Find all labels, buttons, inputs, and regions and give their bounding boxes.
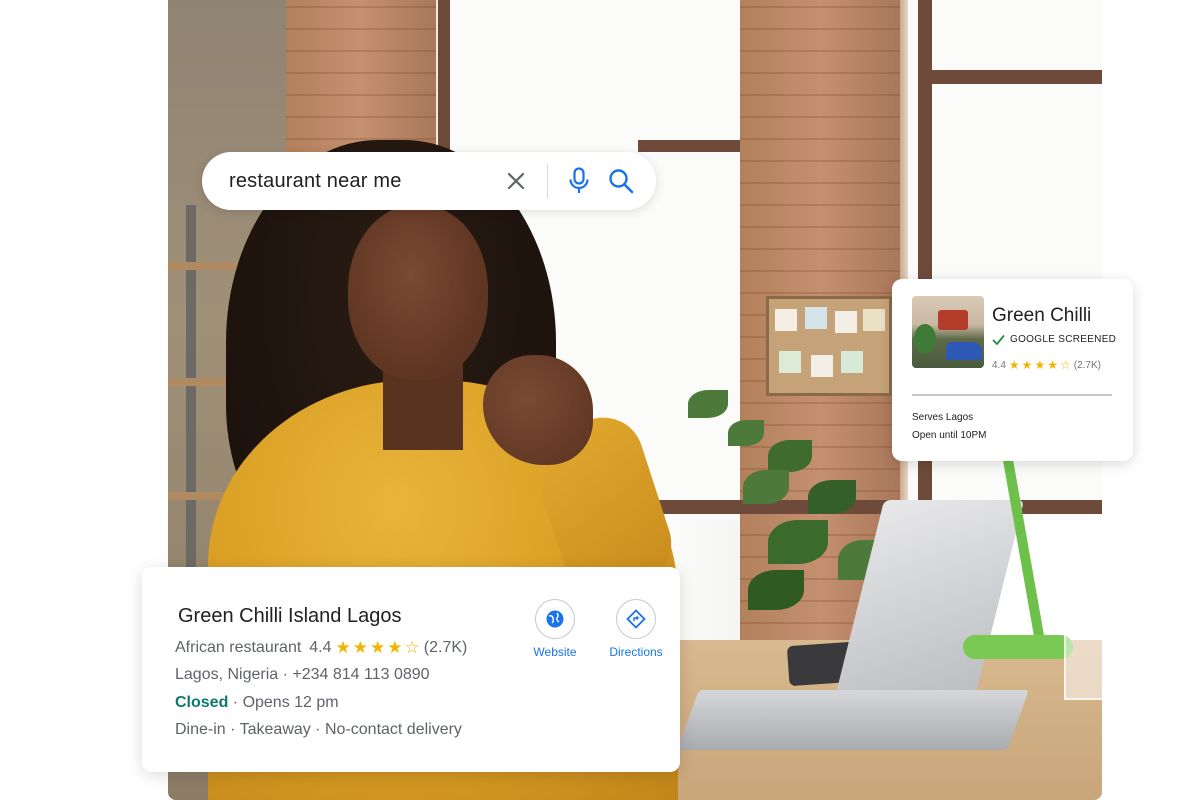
plant-leaf [768,520,828,564]
place-name: Green Chilli [992,305,1092,326]
pen-holder [1064,600,1102,700]
plant-leaf [748,570,804,610]
shelf [168,262,238,270]
star-full-icon: ★ [1047,358,1058,372]
plant-leaf [768,440,812,472]
status-badge: Closed [175,694,229,711]
window-sill [628,500,1102,514]
search-input[interactable]: restaurant near me [229,170,499,193]
star-full-icon: ★ [387,638,403,657]
search-divider [547,164,548,198]
laptop-keyboard [677,690,1029,750]
opening-time: · Opens 12 pm [228,694,339,711]
place-photo[interactable] [912,296,984,368]
clear-button[interactable] [499,164,533,198]
website-label[interactable]: Website [533,645,576,659]
star-empty-icon: ☆ [404,638,420,657]
opening-hours: Open until 10PM [912,430,987,441]
person-face [348,205,488,380]
window-frame [928,70,1102,84]
business-category: African restaurant [175,639,302,656]
search-icon [609,169,634,194]
search-bar[interactable]: restaurant near me [202,152,656,210]
service-options: Dine-in · Takeaway · No-contact delivery [175,721,462,738]
star-full-icon: ★ [335,638,351,657]
star-full-icon: ★ [352,638,369,657]
address-phone: Lagos, Nigeria · +234 814 113 0890 [175,666,430,683]
open-status-row: Closed · Opens 12 pm [175,694,339,712]
plant-leaf [728,420,764,446]
globe-icon [546,610,564,628]
rating-value: 4.4 [992,359,1006,371]
star-full-icon: ★ [370,638,386,657]
plant-leaf [743,470,789,504]
review-count[interactable]: (2.7K) [424,639,468,657]
star-full-icon: ★ [1021,358,1033,372]
review-count: (2.7K) [1073,359,1101,371]
window-frame [638,140,748,152]
card-divider [912,394,1112,396]
directions-icon [626,609,646,629]
star-full-icon: ★ [1034,358,1046,372]
directions-button-circle[interactable] [616,599,656,639]
directions-button[interactable]: Directions [601,599,671,659]
search-button[interactable] [604,164,638,198]
plant-leaf [688,390,728,418]
rating-value: 4.4 [309,639,332,656]
place-rating: 4.4 ★ ★ ★ ★ ☆ (2.7K) [992,358,1101,372]
star-rating: ★ ★ ★ ★ ☆ [336,638,420,658]
serves-area: Serves Lagos [912,412,974,423]
plant-leaf [808,480,856,514]
star-full-icon: ★ [1008,358,1020,372]
verified-badge: GOOGLE SCREENED [992,334,1116,345]
category-rating-row: African restaurant 4.4 ★ ★ ★ ★ ☆ (2.7K) [175,638,467,658]
place-card[interactable]: Green Chilli GOOGLE SCREENED 4.4 ★ ★ ★ ★… [892,279,1133,461]
close-icon [507,172,525,190]
business-listing-card[interactable]: Green Chilli Island Lagos African restau… [142,567,680,772]
desk-lamp-base [963,635,1073,659]
website-button-circle[interactable] [535,599,575,639]
website-button[interactable]: Website [520,599,590,659]
marketing-hero: restaurant near me Green Chilli GOOGLE S… [0,0,1200,800]
voice-search-button[interactable] [562,164,596,198]
business-name[interactable]: Green Chilli Island Lagos [178,605,401,628]
verified-label: GOOGLE SCREENED [1010,334,1117,345]
star-rating: ★ ★ ★ ★ ☆ [1009,358,1071,372]
star-empty-icon: ☆ [1059,358,1071,372]
directions-label[interactable]: Directions [609,645,662,659]
checkmark-icon [992,334,1005,345]
microphone-icon [569,167,589,193]
cork-board [766,296,892,396]
